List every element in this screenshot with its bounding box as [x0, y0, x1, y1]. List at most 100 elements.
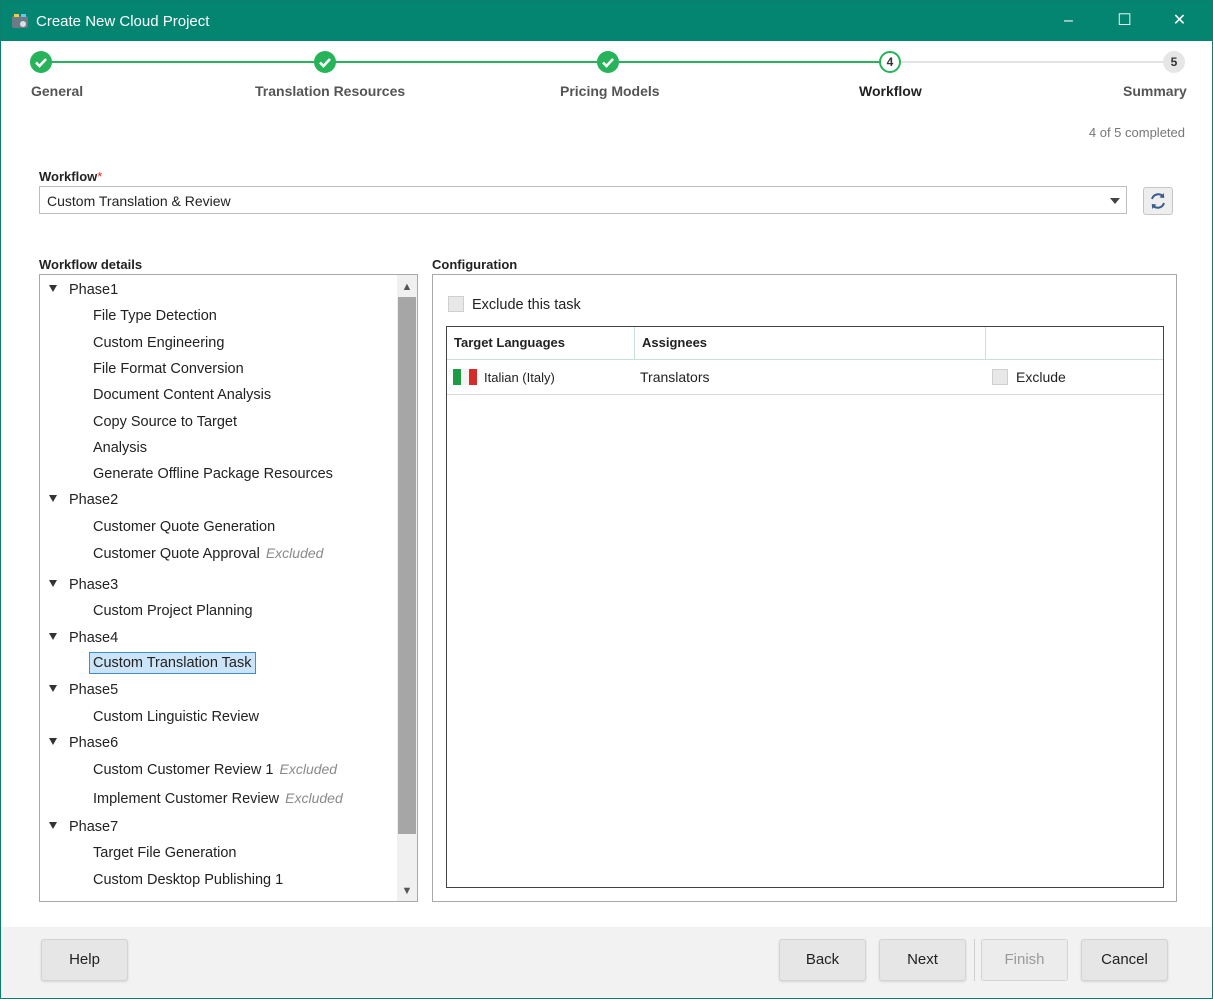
stepper-remaining-line: [890, 61, 1174, 63]
tree-task-label: Document Content Analysis: [93, 387, 271, 403]
tree-task-label: Customer Quote Generation: [93, 519, 275, 535]
task-name: Customer Quote Generation: [93, 518, 276, 535]
tree-task-label: Customer Quote Approval Excluded: [93, 545, 323, 562]
collapse-triangle-icon[interactable]: [49, 580, 57, 587]
configuration-label: Configuration: [432, 257, 518, 272]
step-general-check-icon: [30, 51, 52, 73]
window-title: Create New Cloud Project: [36, 13, 210, 30]
stepper-progress-line: [41, 61, 890, 63]
tree-task-label: Generate Offline Package Resources: [93, 466, 333, 482]
close-button[interactable]: ✕: [1152, 1, 1207, 41]
configuration-panel: Exclude this task Target Languages Assig…: [432, 274, 1177, 902]
tree-phase-label: Phase5: [69, 682, 119, 699]
step-label-pricing-models[interactable]: Pricing Models: [560, 83, 660, 99]
italy-flag-icon: [453, 369, 477, 385]
assignees-cell[interactable]: Translators: [640, 369, 710, 385]
dialog-window: Create New Cloud Project – ☐ ✕ 4 5 Gener…: [0, 0, 1213, 999]
scroll-thumb[interactable]: [398, 297, 416, 834]
step-summary-number: 5: [1170, 55, 1178, 69]
assignees-grid: Target Languages Assignees Italian (Ital…: [446, 326, 1164, 888]
tree-task-label: Custom Linguistic Review: [93, 709, 259, 725]
workflow-dropdown[interactable]: Custom Translation & Review: [39, 186, 1127, 214]
excluded-badge: Excluded: [285, 790, 343, 807]
step-label-workflow[interactable]: Workflow: [859, 83, 922, 99]
wizard-stepper: 4 5 General Translation Resources Pricin…: [1, 41, 1212, 141]
step-summary-indicator: 5: [1163, 51, 1185, 73]
tree-task-label: Custom Engineering: [93, 335, 224, 351]
tree-task-label: File Type Detection: [93, 308, 217, 324]
tree-phase-label: Phase7: [69, 819, 119, 836]
task-name: Custom Project Planning: [93, 603, 253, 620]
column-header-target-languages[interactable]: Target Languages: [447, 327, 635, 359]
column-header-assignees[interactable]: Assignees: [635, 327, 986, 359]
collapse-triangle-icon[interactable]: [49, 685, 57, 693]
footer-bar: Help Back Next Finish Cancel: [1, 927, 1212, 998]
step-label-translation-resources[interactable]: Translation Resources: [255, 83, 405, 99]
target-language-cell: Italian (Italy): [484, 370, 555, 385]
collapse-triangle-icon[interactable]: [49, 822, 57, 830]
task-name: Custom Linguistic Review: [93, 708, 260, 725]
tree-scrollbar[interactable]: ▲ ▼: [397, 275, 417, 901]
exclude-language-checkbox[interactable]: [992, 369, 1008, 385]
collapse-triangle-icon[interactable]: [49, 285, 57, 292]
workflow-details-label: Workflow details: [39, 257, 143, 272]
workflow-tree[interactable]: Phase1 File Type Detection Custom Engineer…: [39, 274, 418, 902]
tree-phase-label: Phase6: [69, 734, 119, 751]
workflow-label-text: Workflow: [39, 169, 98, 184]
exclude-language-label: Exclude: [1016, 369, 1066, 385]
scroll-up-icon[interactable]: ▲: [397, 277, 417, 297]
task-name: Target File Generation: [93, 845, 237, 862]
collapse-triangle-icon[interactable]: [49, 737, 57, 745]
tree-task-label: Custom Customer Review 1 Excluded: [93, 761, 337, 778]
tree-task-label: Implement Customer Review Excluded: [93, 790, 343, 807]
step-resources-check-icon: [314, 51, 336, 73]
step-label-general[interactable]: General: [31, 83, 83, 99]
task-name: File Type Detection: [93, 308, 217, 325]
dropdown-arrow-icon: [1110, 198, 1120, 204]
tree-task-label: Analysis: [93, 440, 147, 456]
step-workflow-number: 4: [886, 55, 894, 69]
step-workflow-indicator: 4: [879, 51, 901, 73]
task-name: Implement Customer Review: [93, 791, 280, 808]
task-name: Generate Offline Package Resources: [93, 466, 333, 483]
task-name: Customer Quote Approval: [93, 546, 260, 562]
table-row[interactable]: Italian (Italy) Translators Exclude: [447, 360, 1163, 395]
tree-task-label: Custom Translation Task: [89, 651, 256, 674]
back-button[interactable]: Back: [779, 939, 866, 981]
tree-task-label: Copy Source to Target: [93, 414, 237, 430]
task-name: Analysis: [93, 439, 147, 456]
workflow-label: Workflow*: [39, 169, 102, 184]
task-name: Custom Translation Task: [93, 654, 252, 671]
task-name: File Format Conversion: [93, 360, 244, 377]
title-bar: Create New Cloud Project – ☐ ✕: [1, 1, 1212, 41]
exclude-task-checkbox[interactable]: [448, 296, 464, 312]
task-name: Document Content Analysis: [93, 387, 272, 404]
task-name: Custom Desktop Publishing 1: [93, 871, 284, 888]
tree-phase-label: Phase4: [69, 629, 119, 646]
excluded-badge: Excluded: [279, 761, 338, 778]
footer-divider: [974, 939, 975, 981]
minimize-button[interactable]: –: [1041, 1, 1096, 41]
help-button[interactable]: Help: [41, 939, 128, 981]
grid-header: Target Languages Assignees: [447, 327, 1163, 360]
collapse-triangle-icon[interactable]: [49, 632, 57, 640]
excluded-badge: Excluded: [265, 545, 324, 561]
tree-task-label: File Format Conversion: [93, 361, 244, 377]
cancel-button[interactable]: Cancel: [1081, 939, 1168, 981]
tree-task-label: Target File Generation: [93, 845, 236, 861]
exclude-task-label: Exclude this task: [472, 297, 581, 313]
refresh-button[interactable]: [1143, 187, 1173, 215]
app-icon: [12, 14, 28, 28]
required-mark: *: [97, 169, 103, 184]
column-header-exclude: [986, 327, 1163, 359]
task-name: Custom Engineering: [93, 334, 225, 351]
task-name: Custom Customer Review 1: [93, 762, 274, 779]
scroll-down-icon[interactable]: ▼: [397, 881, 417, 901]
collapse-triangle-icon[interactable]: [49, 495, 57, 503]
tree-phase-label: Phase1: [69, 282, 119, 298]
finish-button[interactable]: Finish: [981, 939, 1068, 981]
tree-task-label: Custom Project Planning: [93, 603, 253, 619]
refresh-icon: [1151, 193, 1165, 209]
maximize-button[interactable]: ☐: [1097, 1, 1152, 41]
next-button[interactable]: Next: [879, 939, 966, 981]
